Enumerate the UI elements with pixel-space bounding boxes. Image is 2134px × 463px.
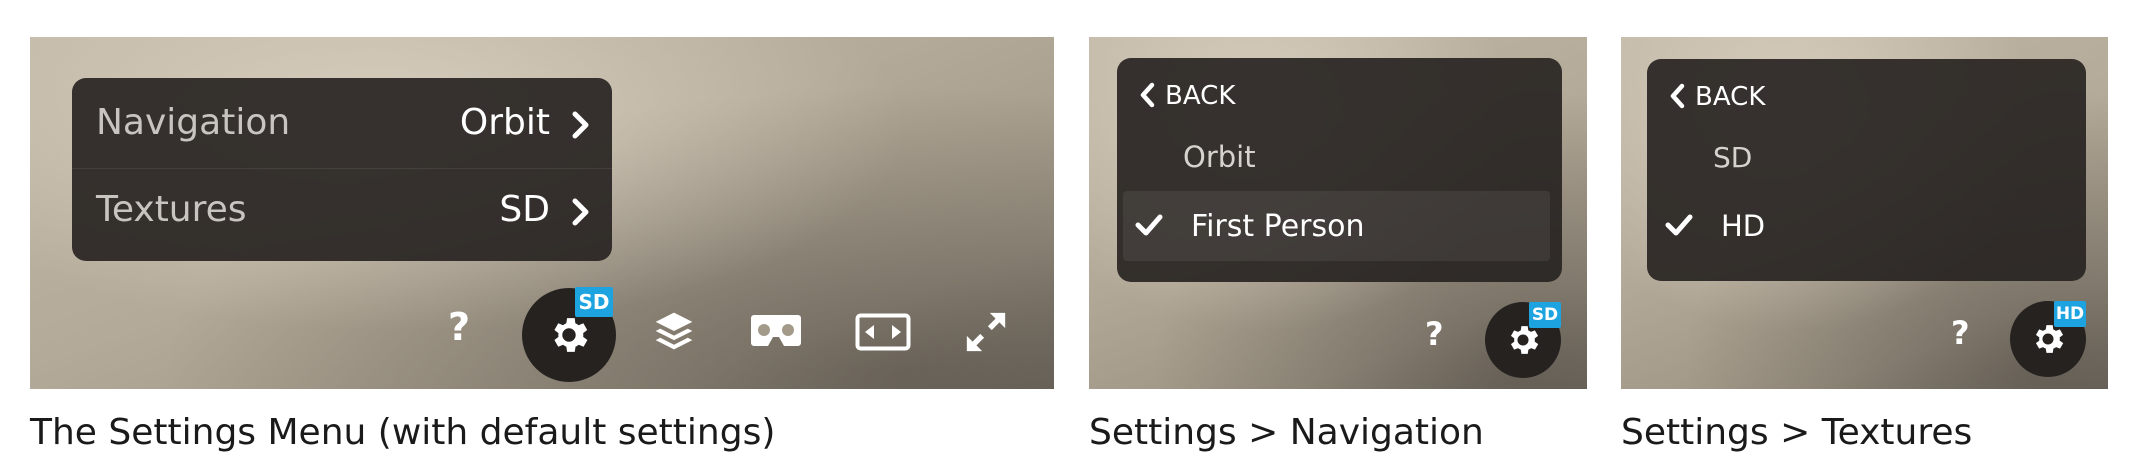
help-icon[interactable]: ? bbox=[1951, 314, 1970, 352]
gear-icon bbox=[554, 318, 588, 352]
textures-submenu: BACK SD HD bbox=[1647, 59, 2086, 281]
menu-option-first-person[interactable]: First Person bbox=[1117, 191, 1562, 261]
caption-settings-menu: The Settings Menu (with default settings… bbox=[30, 412, 776, 453]
menu-row-navigation[interactable]: Navigation Orbit bbox=[72, 78, 612, 168]
option-label: SD bbox=[1713, 141, 1753, 174]
fullscreen-icon[interactable] bbox=[963, 309, 1009, 355]
viewer-panel-navigation: BACK Orbit First Person ? SD bbox=[1089, 37, 1587, 389]
navigation-submenu: BACK Orbit First Person bbox=[1117, 58, 1562, 282]
option-label: HD bbox=[1721, 209, 1766, 243]
viewer-panel-textures: BACK SD HD ? HD bbox=[1621, 37, 2108, 389]
option-label: First Person bbox=[1191, 209, 1365, 244]
menu-row-label: Textures bbox=[96, 189, 247, 230]
menu-row-value: Orbit bbox=[459, 102, 550, 143]
chevron-left-icon bbox=[1140, 82, 1155, 108]
caption-navigation: Settings > Navigation bbox=[1089, 412, 1484, 453]
help-icon[interactable]: ? bbox=[448, 305, 470, 349]
back-label: BACK bbox=[1165, 81, 1236, 111]
vr-headset-icon[interactable] bbox=[750, 313, 802, 349]
menu-row-value: SD bbox=[499, 189, 550, 230]
chevron-right-icon bbox=[572, 198, 589, 226]
option-label: Orbit bbox=[1183, 140, 1256, 174]
menu-option-orbit[interactable]: Orbit bbox=[1117, 130, 1562, 184]
texture-quality-badge: SD bbox=[1529, 302, 1561, 328]
settings-menu: Navigation Orbit Textures SD bbox=[72, 78, 612, 261]
chevron-left-icon bbox=[1670, 83, 1685, 109]
fit-width-icon[interactable] bbox=[855, 313, 911, 351]
chevron-right-icon bbox=[572, 111, 589, 139]
menu-row-label: Navigation bbox=[96, 102, 291, 143]
back-button[interactable]: BACK bbox=[1647, 77, 2086, 121]
texture-quality-badge: SD bbox=[575, 287, 613, 317]
layers-icon[interactable] bbox=[652, 309, 696, 353]
help-icon[interactable]: ? bbox=[1425, 315, 1444, 353]
texture-quality-badge: HD bbox=[2054, 301, 2086, 327]
checkmark-icon bbox=[1665, 214, 1693, 236]
back-button[interactable]: BACK bbox=[1117, 76, 1562, 120]
back-label: BACK bbox=[1695, 82, 1766, 112]
menu-option-hd[interactable]: HD bbox=[1647, 191, 2086, 261]
checkmark-icon bbox=[1135, 214, 1163, 236]
viewer-panel-settings-menu: Navigation Orbit Textures SD ? SD bbox=[30, 37, 1054, 389]
menu-row-textures[interactable]: Textures SD bbox=[72, 169, 612, 261]
caption-textures: Settings > Textures bbox=[1621, 412, 1973, 453]
menu-option-sd[interactable]: SD bbox=[1647, 131, 2086, 185]
